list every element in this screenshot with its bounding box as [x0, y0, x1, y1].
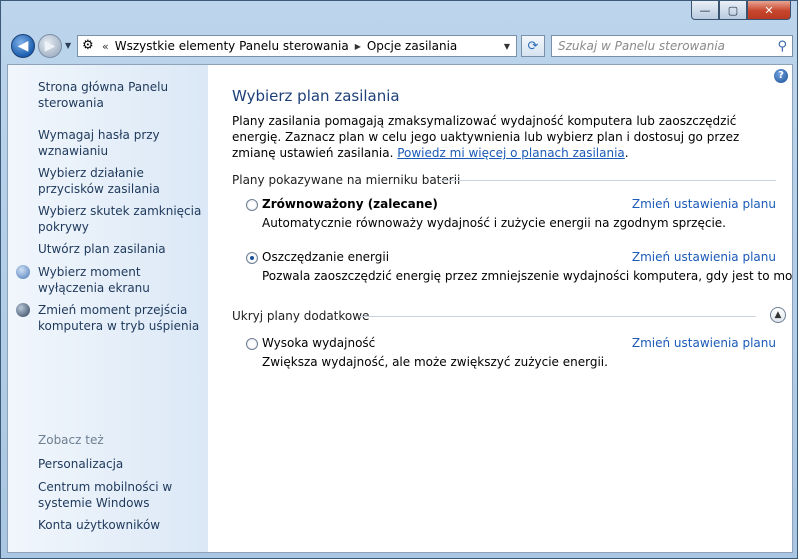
address-dropdown-icon[interactable]: ▼ [504, 42, 510, 51]
learn-more-link[interactable]: Powiedz mi więcej o planach zasilania [397, 146, 625, 160]
main-panel: ? Wybierz plan zasilania Plany zasilania… [232, 65, 792, 552]
search-input[interactable]: Szukaj w Panelu sterowania ⚲ [551, 35, 793, 57]
navigation-toolbar: ◀ ▶ ▼ ⚙ « Wszystkie elementy Panelu ster… [7, 32, 793, 60]
back-button[interactable]: ◀ [11, 34, 35, 58]
sidebar-item-lid-close[interactable]: Wybierz skutek zamknięcia pokrywy [38, 203, 203, 235]
plan-high-performance-description: Zwiększa wydajność, ale może zwiększyć z… [262, 355, 608, 369]
see-also-mobility-center[interactable]: Centrum mobilności w systemie Windows [38, 479, 203, 511]
page-title: Wybierz plan zasilania [232, 87, 400, 105]
help-icon[interactable]: ? [774, 69, 788, 83]
plan-balanced-radio[interactable] [246, 199, 258, 211]
plan-balanced-description: Automatycznie równoważy wydajność i zuży… [262, 216, 726, 230]
plan-balanced: Zrównoważony (zalecane) Zmień ustawienia… [246, 197, 776, 233]
breadcrumb-all-items[interactable]: Wszystkie elementy Panelu sterowania [115, 39, 349, 53]
battery-plans-divider [440, 180, 776, 181]
close-button[interactable]: ✕ [747, 1, 791, 20]
plan-power-saver-description: Pozwala zaoszczędzić energię przez zmnie… [262, 269, 793, 283]
sidebar-item-power-buttons[interactable]: Wybierz działanie przycisków zasilania [38, 165, 203, 197]
forward-button[interactable]: ▶ [38, 34, 62, 58]
caption-buttons: — ▢ ✕ [691, 1, 791, 20]
sidebar-item-sleep[interactable]: Zmień moment przejścia komputera w tryb … [38, 302, 203, 334]
content-area: Strona główna Panelu sterowania Wymagaj … [7, 64, 793, 553]
plan-high-performance: Wysoka wydajność Zmień ustawienia planu … [246, 336, 776, 372]
see-also-personalization[interactable]: Personalizacja [38, 456, 203, 472]
control-panel-icon: ⚙ [82, 38, 94, 53]
plan-balanced-name[interactable]: Zrównoważony (zalecane) [262, 197, 438, 211]
search-icon[interactable]: ⚲ [777, 37, 787, 57]
see-also-heading: Zobacz też [38, 433, 104, 447]
sidebar-item-require-password[interactable]: Wymagaj hasła przy wznawianiu [38, 127, 203, 159]
minimize-button[interactable]: — [691, 1, 719, 20]
plan-power-saver-radio[interactable] [246, 252, 258, 264]
maximize-button[interactable]: ▢ [719, 1, 747, 20]
collapse-chevron-up-icon[interactable]: ▲ [770, 307, 786, 323]
plan-balanced-change-link[interactable]: Zmień ustawienia planu [632, 197, 776, 211]
intro-text: Plany zasilania pomagają zmaksymalizować… [232, 113, 772, 161]
additional-plans-divider [360, 316, 756, 317]
hide-additional-plans-heading[interactable]: Ukryj plany dodatkowe [232, 309, 369, 323]
control-panel-window: — ▢ ✕ ◀ ▶ ▼ ⚙ « Wszystkie elementy Panel… [0, 0, 798, 559]
intro-period: . [624, 146, 629, 160]
refresh-button[interactable]: ⟳ [521, 35, 545, 57]
arrow-right-icon: ▶ [44, 38, 56, 54]
sidebar-item-create-plan[interactable]: Utwórz plan zasilania [38, 241, 203, 257]
sleep-moon-icon [16, 303, 30, 317]
recent-pages-dropdown[interactable]: ▼ [65, 41, 71, 50]
arrow-left-icon: ◀ [17, 38, 29, 54]
see-also-user-accounts[interactable]: Konta użytkowników [38, 517, 203, 533]
address-bar[interactable]: ⚙ « Wszystkie elementy Panelu sterowania… [77, 35, 517, 57]
sidebar: Strona główna Panelu sterowania Wymagaj … [8, 65, 208, 552]
battery-plans-heading: Plany pokazywane na mierniku baterii [232, 173, 461, 187]
plan-power-saver-change-link[interactable]: Zmień ustawienia planu [632, 250, 776, 264]
display-clock-icon [16, 265, 30, 279]
refresh-icon: ⟳ [527, 38, 539, 54]
sidebar-item-display-off[interactable]: Wybierz moment wyłączenia ekranu [38, 264, 203, 296]
plan-power-saver: Oszczędzanie energii Zmień ustawienia pl… [246, 250, 792, 286]
plan-high-performance-radio[interactable] [246, 338, 258, 350]
plan-high-performance-change-link[interactable]: Zmień ustawienia planu [632, 336, 776, 350]
search-placeholder: Szukaj w Panelu sterowania [558, 39, 726, 53]
breadcrumb-power-options[interactable]: Opcje zasilania [367, 39, 457, 53]
breadcrumb-arrow-icon[interactable]: ▶ [355, 42, 361, 51]
breadcrumb-overflow[interactable]: « [102, 40, 109, 53]
plan-power-saver-name[interactable]: Oszczędzanie energii [262, 250, 389, 264]
plan-high-performance-name[interactable]: Wysoka wydajność [262, 336, 375, 350]
sidebar-home-link[interactable]: Strona główna Panelu sterowania [38, 79, 203, 111]
